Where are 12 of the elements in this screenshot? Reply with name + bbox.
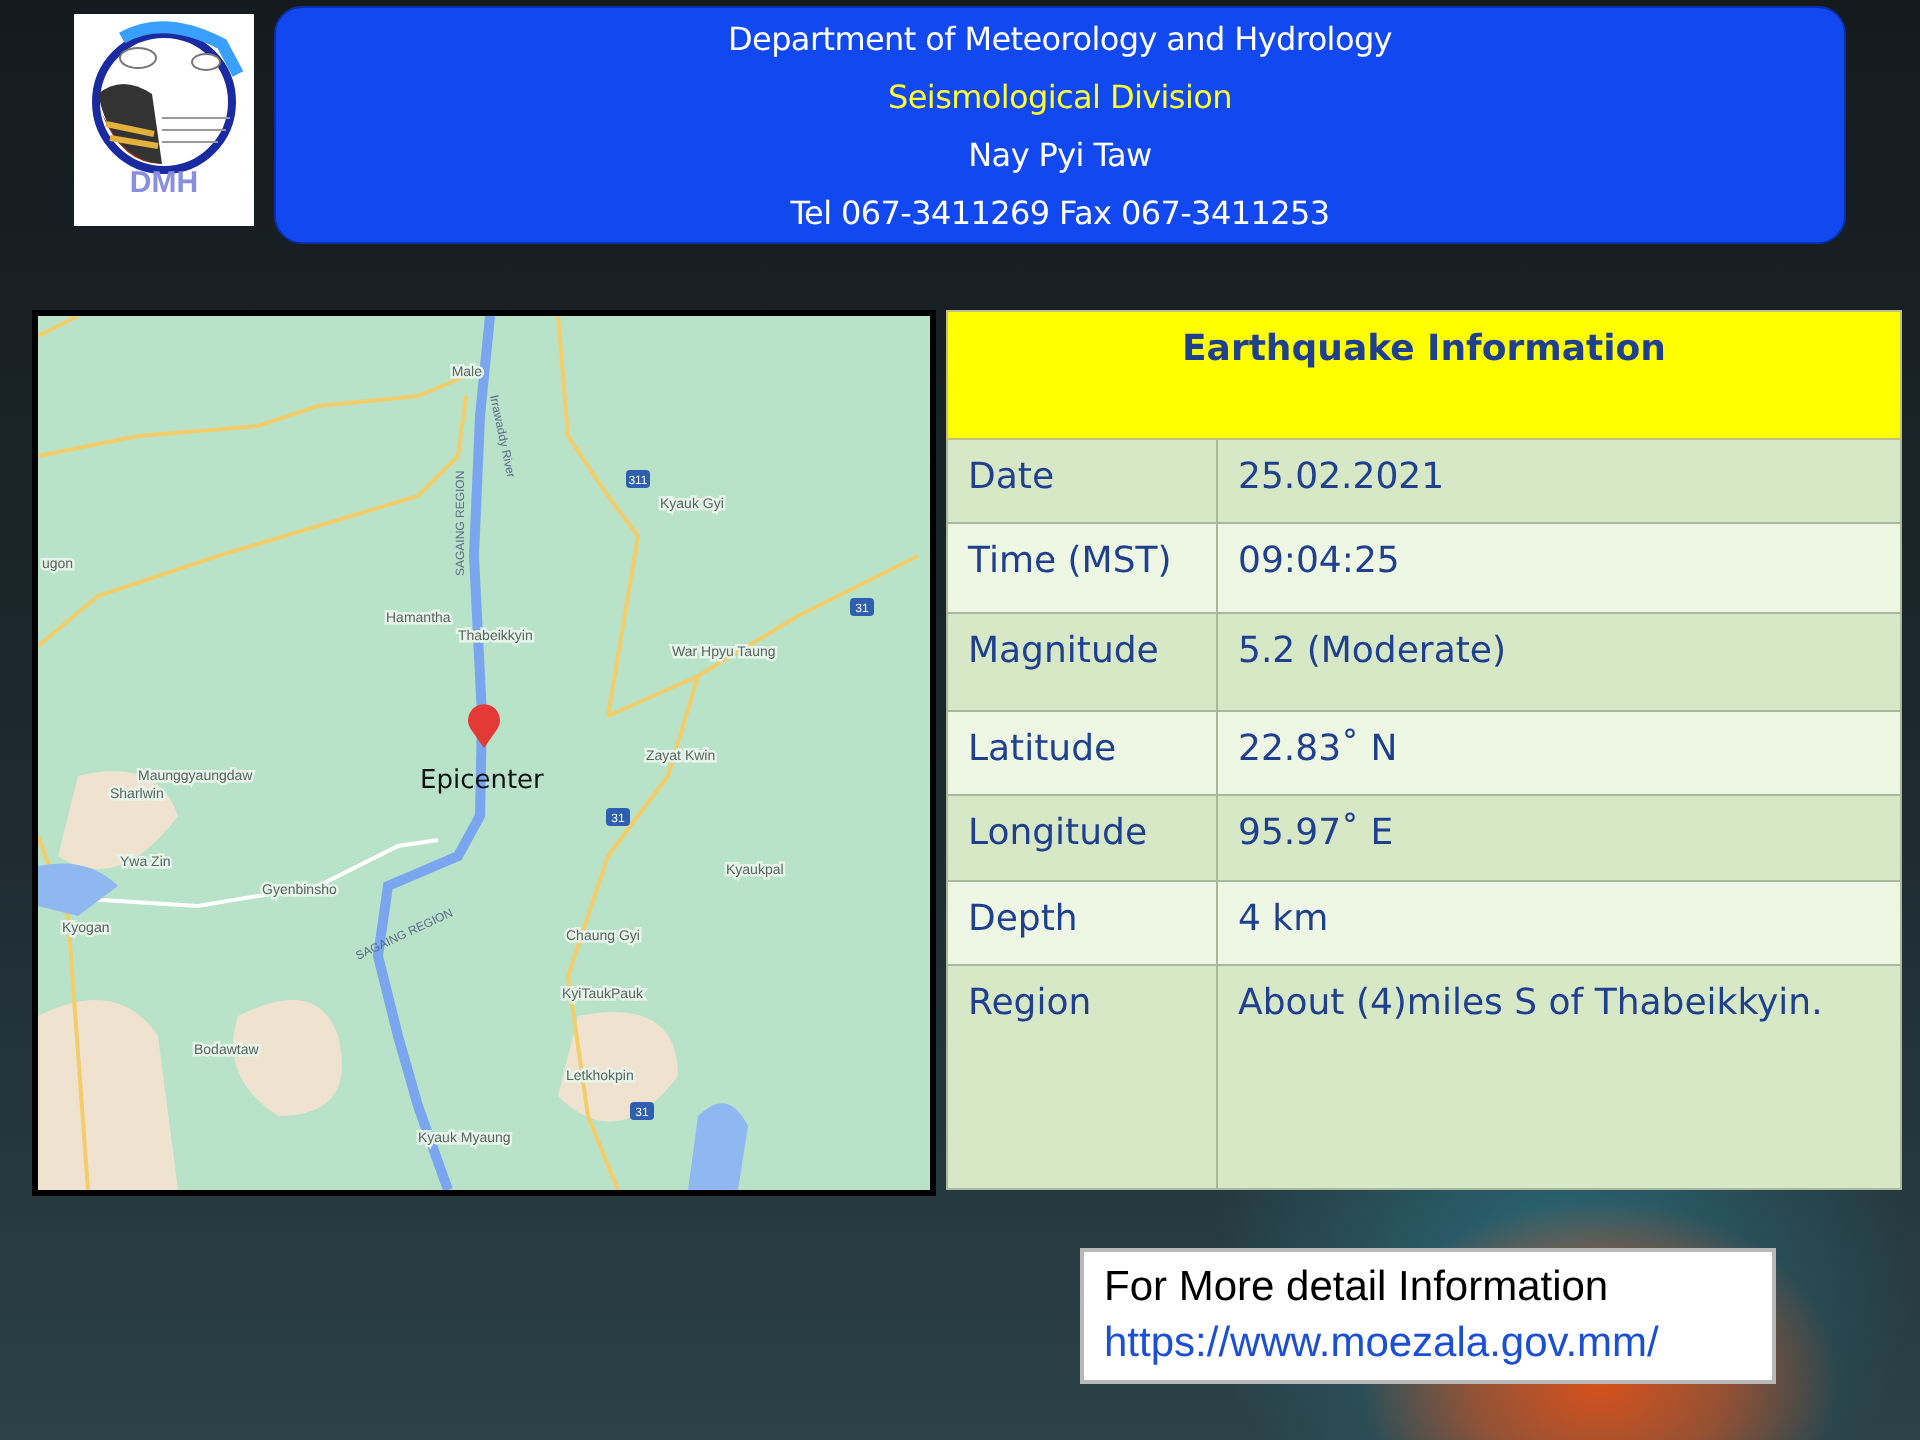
table-cell: About (4)miles S of Thabeikkyin. bbox=[1218, 966, 1902, 1190]
table-cell: Region bbox=[946, 966, 1218, 1190]
header-text: Tel 067-3411269 Fax 067-3411253 bbox=[790, 191, 1330, 233]
header-text: Nay Pyi Taw bbox=[968, 133, 1152, 175]
logo-text: DMH bbox=[129, 166, 199, 200]
header-text: Department of Meteorology and Hydrology bbox=[728, 17, 1392, 59]
epicenter-label: Epicenter bbox=[420, 766, 544, 796]
info-text: For More detail Information bbox=[1104, 1262, 1611, 1314]
map-pin-icon bbox=[468, 704, 500, 748]
table-title: Earthquake Information bbox=[946, 310, 1902, 440]
website-link[interactable]: https://www.moezala.gov.mm/ bbox=[1104, 1316, 1752, 1372]
header-text: Seismological Division bbox=[888, 75, 1232, 117]
